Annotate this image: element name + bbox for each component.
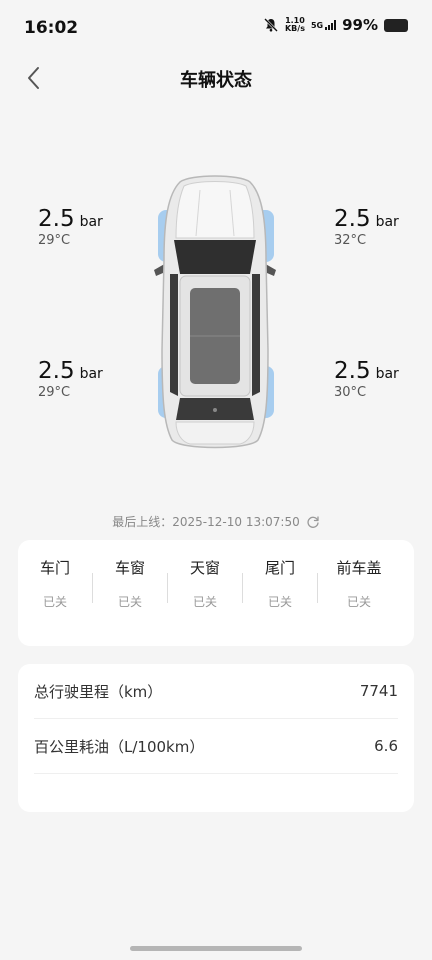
status-item-value: 已关: [42, 595, 67, 609]
bell-muted-icon: [264, 18, 278, 32]
tire-rear-left: 2.5 bar 29°C: [38, 358, 103, 400]
tire-pressure-unit: bar: [79, 366, 103, 382]
stat-label: 百公里耗油（L/100km）: [34, 737, 205, 756]
tire-pressure-value: 2.5: [334, 358, 371, 384]
status-item-label: 车门: [39, 559, 70, 577]
status-item-value: 已关: [192, 595, 217, 609]
tire-temperature: 30°C: [334, 385, 367, 400]
status-item-label: 车窗: [114, 559, 145, 577]
signal-bars-icon: [325, 20, 337, 30]
status-item-tailgate[interactable]: 尾门 已关: [243, 557, 317, 610]
last-online-text: 最后上线：2025-12-10 13:07:50: [112, 515, 300, 529]
network-speed: 1.10 KB/s: [284, 16, 305, 33]
home-indicator[interactable]: [130, 946, 302, 951]
tire-temperature: 32°C: [334, 233, 367, 248]
vehicle-status-card: 车门 已关 车窗 已关 天窗 已关 尾门 已关 前车盖 已关: [18, 540, 414, 646]
refresh-icon[interactable]: [306, 515, 320, 529]
signal-5g: 5G: [310, 20, 337, 30]
tire-front-left: 2.5 bar 29°C: [38, 206, 103, 248]
tire-pressure-unit: bar: [375, 214, 399, 230]
stat-value: 6.6: [374, 737, 398, 755]
status-icons: 1.10 KB/s 5G 99%: [263, 16, 408, 34]
tire-front-right: 2.5 bar 32°C: [334, 206, 399, 248]
stat-row-total-mileage: 总行驶里程（km） 7741: [34, 664, 398, 719]
status-item-sunroof[interactable]: 天窗 已关: [168, 557, 242, 610]
status-item-doors[interactable]: 车门 已关: [18, 557, 92, 610]
battery-icon: [384, 18, 408, 32]
status-item-value: 已关: [117, 595, 142, 609]
tire-pressure-value: 2.5: [38, 358, 75, 384]
tire-temperature: 29°C: [38, 233, 71, 248]
status-item-label: 天窗: [189, 559, 220, 577]
status-item-label: 前车盖: [336, 559, 382, 577]
battery-level: 99%: [342, 16, 378, 34]
status-item-hood[interactable]: 前车盖 已关: [318, 557, 400, 610]
stat-value: 7741: [359, 682, 398, 700]
status-bar: 16:02 1.10 KB/s 5G 99%: [0, 0, 432, 56]
tire-temperature: 29°C: [38, 385, 71, 400]
tire-pressure-value: 2.5: [38, 206, 75, 232]
network-type: 5G: [310, 21, 324, 30]
tire-pressure-value: 2.5: [334, 206, 371, 232]
header: 车辆状态: [0, 56, 432, 100]
stat-label: 总行驶里程（km）: [34, 682, 163, 701]
status-item-value: 已关: [346, 595, 371, 609]
tire-pressure-unit: bar: [375, 366, 399, 382]
page-title: 车辆状态: [180, 70, 252, 91]
status-item-windows[interactable]: 车窗 已关: [93, 557, 167, 610]
tire-rear-right: 2.5 bar 30°C: [334, 358, 399, 400]
stat-row-fuel-consumption: 百公里耗油（L/100km） 6.6: [34, 719, 398, 774]
last-online: 最后上线：2025-12-10 13:07:50: [0, 513, 432, 530]
status-item-value: 已关: [267, 595, 292, 609]
stats-card: 总行驶里程（km） 7741 百公里耗油（L/100km） 6.6: [18, 664, 414, 812]
status-time: 16:02: [24, 18, 79, 38]
tire-pressure-unit: bar: [79, 214, 103, 230]
status-item-label: 尾门: [264, 559, 295, 577]
car-top-view: [154, 175, 276, 449]
